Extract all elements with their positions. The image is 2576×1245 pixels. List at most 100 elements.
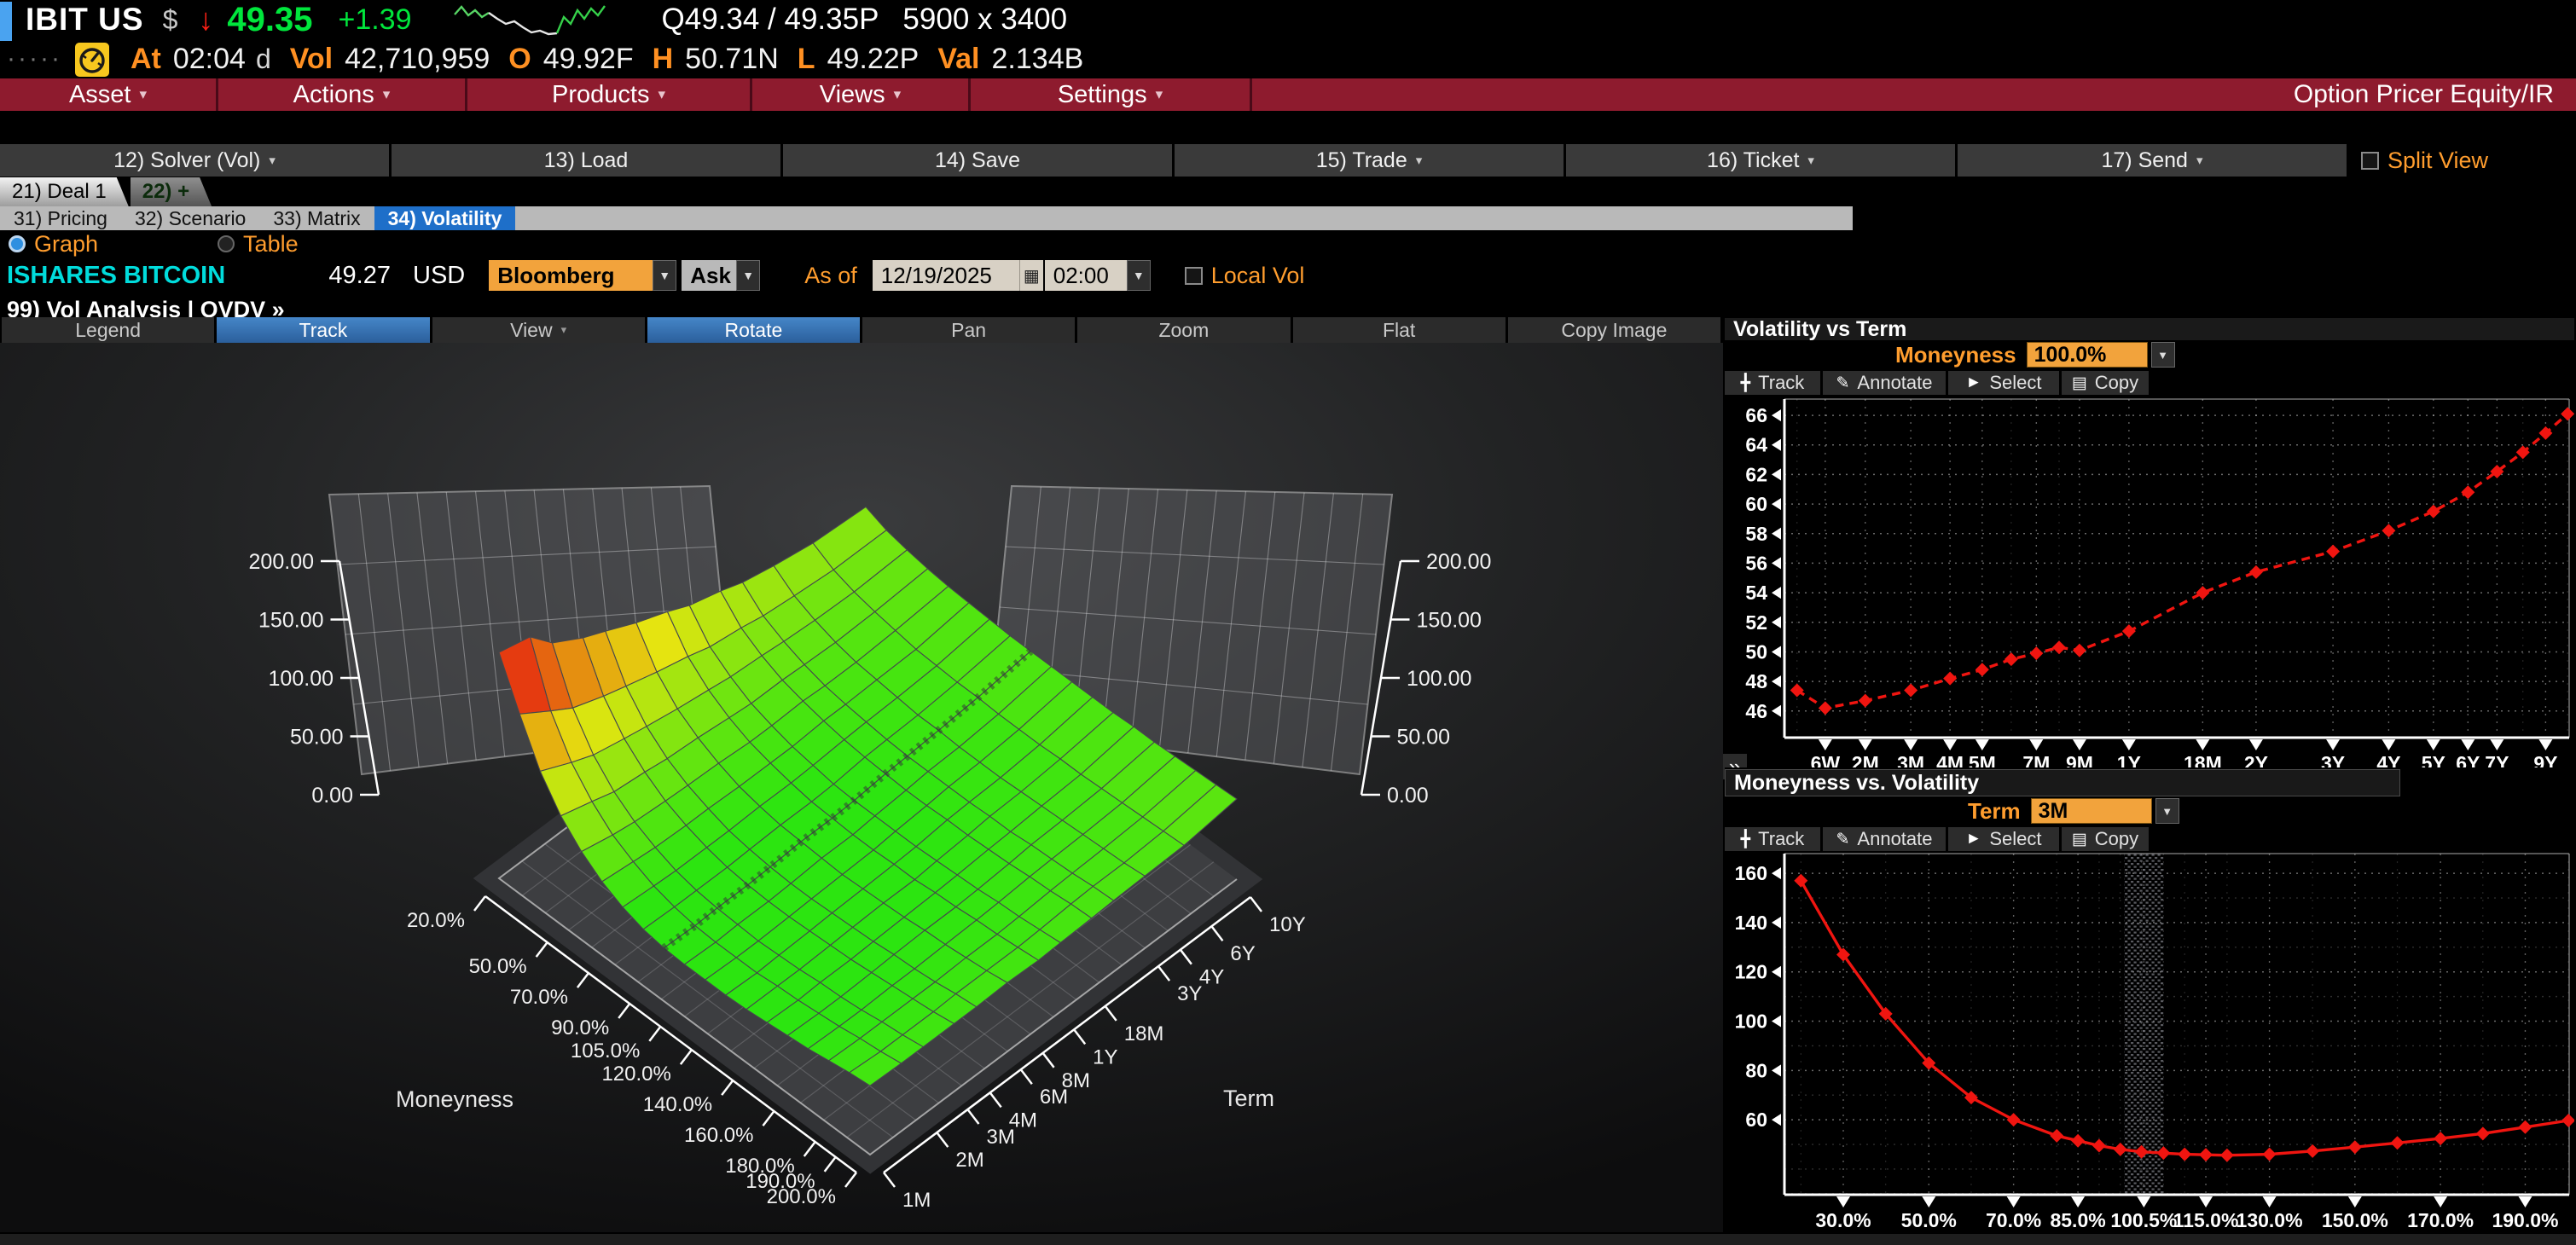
x-tick-arrow <box>1922 1196 1935 1207</box>
menu-item-products[interactable]: Products▾ <box>467 78 752 111</box>
vol-source-dropdown-icon[interactable]: ▼ <box>653 260 676 291</box>
y-tick-label: 58 <box>1745 523 1767 545</box>
term-select[interactable]: 3M <box>2031 798 2152 824</box>
tool-label: Select <box>1989 372 2041 394</box>
moneyness-select[interactable]: 100.0% <box>2027 342 2148 368</box>
fn-button-13-load[interactable]: 13) Load <box>392 144 780 177</box>
volatility-surface-3d[interactable]: 0.0050.00100.00150.00200.000.0050.00100.… <box>0 343 1723 1232</box>
x-tick-arrow <box>2490 739 2503 750</box>
surface-tool-pan[interactable]: Pan <box>862 317 1075 343</box>
vol-term-select-button[interactable]: ►Select <box>1948 371 2059 395</box>
time-dropdown-icon[interactable]: ▼ <box>1127 260 1151 291</box>
data-point-marker <box>2263 1148 2277 1161</box>
data-point-marker <box>2220 1149 2234 1162</box>
data-point-marker <box>1904 684 1917 698</box>
x-tick-label: 9Y <box>2533 752 2557 767</box>
fn-button-label: 15) Trade <box>1316 148 1407 173</box>
surface-tool-view[interactable]: View▾ <box>432 317 645 343</box>
surface-tool-copy-image[interactable]: Copy Image <box>1508 317 1720 343</box>
fn-button-12-solver-vol[interactable]: 12) Solver (Vol)▾ <box>0 144 389 177</box>
menu-item-settings[interactable]: Settings▾ <box>971 78 1252 111</box>
low-value: 49.22P <box>827 43 920 76</box>
vol-term-copy-button[interactable]: ▤Copy <box>2062 371 2149 395</box>
side-select[interactable]: Ask <box>682 260 736 291</box>
calendar-icon[interactable]: ▦ <box>1019 260 1043 291</box>
y-tick-label: 80 <box>1745 1059 1767 1081</box>
view-tab-32-scenario[interactable]: 32) Scenario <box>121 206 259 230</box>
vol-source-select[interactable]: Bloomberg <box>489 260 653 291</box>
sparkline-segment <box>455 7 489 17</box>
fn-button-label: 13) Load <box>544 148 629 173</box>
data-point-marker <box>2518 1120 2532 1134</box>
vol-term-annotate-button[interactable]: ✎Annotate <box>1823 371 1946 395</box>
as-of-date-field[interactable]: 12/19/2025 <box>873 260 1019 291</box>
chevron-down-icon: ▾ <box>269 153 276 168</box>
smile-copy-button[interactable]: ▤Copy <box>2062 827 2149 851</box>
security-name: ISHARES BITCOIN <box>7 262 297 290</box>
surface-tool-flat[interactable]: Flat <box>1293 317 1506 343</box>
vol-vs-term-chart[interactable]: 46485052545658606264666W2M3M4M5M7M9M1Y18… <box>1725 395 2574 767</box>
surface-tool-track[interactable]: Track <box>217 317 429 343</box>
fn-button-16-ticket[interactable]: 16) Ticket▾ <box>1566 144 1955 177</box>
term-dropdown-icon[interactable]: ▼ <box>2155 798 2179 824</box>
x-tick-label: 2M <box>1852 752 1879 767</box>
smile-select-button[interactable]: ►Select <box>1948 827 2059 851</box>
data-point-marker <box>2073 644 2086 657</box>
menu-item-asset[interactable]: Asset▾ <box>0 78 218 111</box>
moneyness-tick-label: 70.0% <box>510 986 568 1009</box>
smile-annotate-button[interactable]: ✎ Annotate <box>1823 827 1946 851</box>
security-row: ISHARES BITCOIN 49.27 USD Bloomberg ▼ As… <box>0 256 1304 295</box>
z-axis-tick-label: 50.00 <box>1397 726 1451 750</box>
y-tick-label: 64 <box>1745 434 1767 456</box>
vol-vs-term-panel: Volatility vs Term Moneyness 100.0% ▼ ╋T… <box>1725 318 2574 766</box>
tool-label: Annotate <box>1857 828 1932 850</box>
fn-button-label: 16) Ticket <box>1707 148 1799 173</box>
chevron-down-icon: ▾ <box>561 323 567 337</box>
fn-button-15-trade[interactable]: 15) Trade▾ <box>1175 144 1564 177</box>
data-point-marker <box>2434 1132 2447 1145</box>
annotate-icon: ✎ <box>1836 830 1850 849</box>
fn-button-17-send[interactable]: 17) Send▾ <box>1958 144 2347 177</box>
local-vol-checkbox[interactable] <box>1185 267 1203 285</box>
side-dropdown-icon[interactable]: ▼ <box>736 260 760 291</box>
menubar: Asset▾Actions▾Products▾Views▾Settings▾ O… <box>0 78 2576 111</box>
y-tick-arrow <box>1772 409 1781 421</box>
view-tab-34-volatility[interactable]: 34) Volatility <box>374 206 516 230</box>
as-of-time-field[interactable]: 02:00 <box>1045 260 1127 291</box>
fn-button-14-save[interactable]: 14) Save <box>783 144 1172 177</box>
x-tick-label: 7Y <box>2485 752 2509 767</box>
menu-item-label: Settings <box>1058 81 1147 109</box>
quote-size: 5900 x 3400 <box>902 3 1067 37</box>
vol-term-track-button[interactable]: ╋Track <box>1725 371 1820 395</box>
term-tick-label: 2M <box>955 1149 983 1172</box>
split-view-checkbox[interactable] <box>2361 152 2379 170</box>
bottom-strip <box>0 1234 2576 1245</box>
surface-tool-zoom[interactable]: Zoom <box>1077 317 1290 343</box>
gauge-icon[interactable] <box>74 40 112 78</box>
view-tab-31-pricing[interactable]: 31) Pricing <box>0 206 121 230</box>
tool-label: Copy <box>2095 372 2138 394</box>
x-tick-arrow <box>1976 739 1989 750</box>
moneyness-control-label: Moneyness <box>1895 342 2016 368</box>
moneyness-tick-label: 200.0% <box>767 1185 836 1208</box>
surface-tool-legend[interactable]: Legend <box>2 317 214 343</box>
quote-strip: IBIT US $ ↓ 49.35 +1.39 Q49.34 / 49.35P … <box>0 0 2576 78</box>
moneyness-tick-label: 160.0% <box>684 1124 753 1147</box>
graph-radio[interactable] <box>9 235 26 252</box>
y-tick-label: 66 <box>1745 404 1767 426</box>
smile-track-button[interactable]: ╋Track <box>1725 827 1820 851</box>
moneyness-tick-label: 20.0% <box>407 909 465 932</box>
deal-tab-21-deal-1[interactable]: 21) Deal 1 <box>0 177 129 206</box>
menu-item-views[interactable]: Views▾ <box>752 78 971 111</box>
surface-tool-rotate[interactable]: Rotate <box>647 317 860 343</box>
table-radio[interactable] <box>218 235 235 252</box>
view-tab-33-matrix[interactable]: 33) Matrix <box>259 206 374 230</box>
deal-tab-22[interactable]: 22) + <box>131 177 212 206</box>
z-axis-tick-label: 0.00 <box>1387 784 1429 808</box>
graph-table-toggle: GraphTable <box>0 232 299 256</box>
moneyness-vs-volatility-chart[interactable]: 608010012014016030.0%50.0%70.0%85.0%100.… <box>1725 851 2574 1231</box>
moneyness-dropdown-icon[interactable]: ▼ <box>2151 342 2175 368</box>
data-point-marker <box>2561 407 2574 420</box>
x-tick-arrow <box>2199 1196 2213 1207</box>
menu-item-actions[interactable]: Actions▾ <box>218 78 467 111</box>
